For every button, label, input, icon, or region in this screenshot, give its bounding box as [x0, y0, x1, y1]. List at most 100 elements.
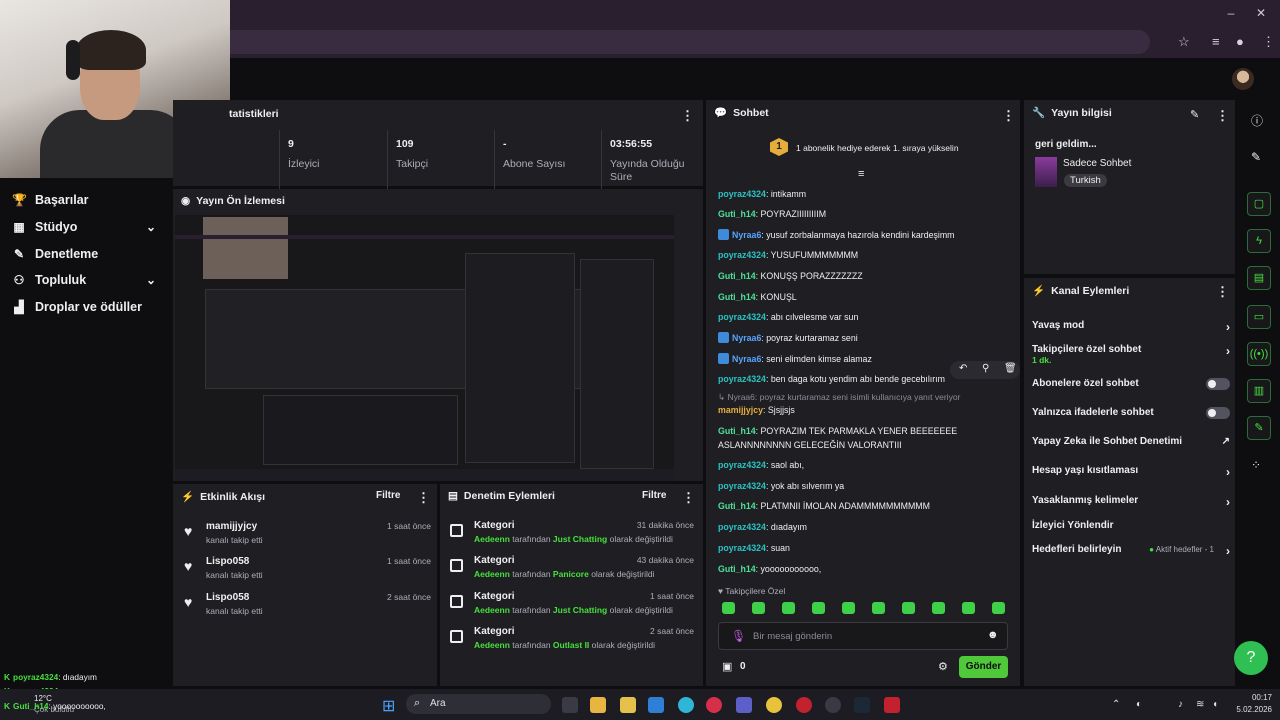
wifi-icon[interactable]: ≋ [1196, 699, 1204, 710]
channel-action-6[interactable]: Yasaklanmış kelimeler › [1032, 495, 1230, 509]
channel-action-1[interactable]: Takipçilere özel sohbet 1 dk. › [1032, 344, 1230, 365]
wrench-icon[interactable]: ✎ [1247, 416, 1271, 440]
stream-preview-video[interactable] [175, 215, 674, 481]
list-item[interactable]: ♥ mamijjyjcy kanalı takip etti 1 saat ön… [181, 521, 431, 555]
chat-settings-icon[interactable]: ⚙ [938, 660, 948, 673]
channel-action-5[interactable]: Hesap yaşı kısıtlaması › [1032, 465, 1230, 479]
chrome-icon[interactable] [766, 697, 782, 713]
mod-filter-button[interactable]: Filtre [642, 490, 666, 501]
emote-icon[interactable] [902, 602, 915, 614]
nav-item-community[interactable]: ⚇ Topluluk ⌄ [12, 270, 156, 290]
youtube-music-icon[interactable] [706, 697, 722, 713]
points-icon[interactable]: ▣ [722, 660, 732, 673]
activity-filter-button[interactable]: Filtre [376, 490, 400, 501]
emote-icon[interactable] [962, 602, 975, 614]
clock-time[interactable]: 00:17 [1238, 693, 1272, 702]
avatar[interactable] [1232, 68, 1254, 90]
file-explorer-icon[interactable] [590, 697, 606, 713]
emote-icon[interactable] [782, 602, 795, 614]
chat-message[interactable]: poyraz4324: YUSUFUMMMMMMM [718, 248, 1008, 262]
tag-chip[interactable]: Turkish [1064, 174, 1107, 187]
chat-bubble-icon[interactable]: ▭ [1247, 305, 1271, 329]
emote-icon[interactable] [812, 602, 825, 614]
list-item[interactable]: Kategori Aedeenn tarafından Outlast II o… [448, 626, 694, 662]
emote-icon[interactable] [752, 602, 765, 614]
chat-message[interactable]: Nyraa6: poyraz kurtaramaz seni [718, 331, 1008, 345]
layout-icon[interactable]: ▥ [1247, 379, 1271, 403]
channel-action-2[interactable]: Abonelere özel sohbet [1032, 378, 1230, 390]
chat-message[interactable]: Guti_h14: yooooooooooo, [718, 562, 963, 576]
emoji-icon[interactable]: ☻ [987, 629, 999, 641]
chat-message[interactable]: Guti_h14: PLATMNII İMOLAN ADAMMMMMMMMMM [718, 499, 963, 513]
broadcast-icon[interactable]: ((•)) [1247, 342, 1271, 366]
tray-apps-icon[interactable]: ◐ [1136, 699, 1142, 710]
chat-message[interactable]: poyraz4324: abı cılvelesme var sun [718, 310, 1008, 324]
chat-message[interactable]: poyraz4324: ben daga kotu yendim abı ben… [718, 372, 1008, 386]
emote-icon[interactable] [872, 602, 885, 614]
emote-icon[interactable] [932, 602, 945, 614]
collapse-icon[interactable]: ≡ [858, 168, 864, 180]
channel-action-8[interactable]: Hedefleri belirleyin ● Aktif hedefler - 1… [1032, 544, 1230, 558]
pocket-icon[interactable] [884, 697, 900, 713]
chat-message[interactable]: Guti_h14: KONUŞŞ PORAZZZZZZZ [718, 269, 1008, 283]
address-bar[interactable] [230, 30, 1150, 54]
close-icon[interactable]: ✕ [1252, 6, 1270, 22]
chat-message[interactable]: Guti_h14: KONUŞL [718, 290, 1008, 304]
list-item[interactable]: ♥ Lispo058 kanalı takip etti 1 saat önce [181, 556, 431, 590]
task-view-icon[interactable] [562, 697, 578, 713]
profile-icon[interactable]: ● [1236, 34, 1244, 49]
nav-item-studio[interactable]: ▦ Stüdyo ⌄ [12, 217, 156, 237]
chat-input[interactable]: 🎙 Bir mesaj gönderin ☻ [718, 622, 1008, 650]
info-icon[interactable]: ⓘ [1251, 112, 1263, 129]
channel-action-4[interactable]: Yapay Zeka ile Sohbet Denetimi ↗ [1032, 436, 1230, 447]
star-icon[interactable]: ☆ [1178, 34, 1190, 50]
windows-start-icon[interactable]: ⊞ [382, 696, 395, 716]
nav-item-moderation[interactable]: ✎ Denetleme [12, 244, 98, 264]
chat-message[interactable]: poyraz4324: saol abı, [718, 458, 963, 472]
steam-icon[interactable] [854, 697, 870, 713]
menu-icon[interactable]: ⋮ [1262, 34, 1275, 50]
kebab-menu-icon[interactable]: ⋮ [1002, 108, 1015, 124]
list-item[interactable]: Kategori Aedeenn tarafından Just Chattin… [448, 591, 694, 627]
chat-message[interactable]: poyraz4324: yok abı sılverım ya [718, 479, 963, 493]
store-icon[interactable] [620, 697, 636, 713]
chat-message[interactable]: Guti_h14: POYRAZIIIIIIIIIM [718, 207, 1008, 221]
toggle-switch[interactable] [1206, 407, 1230, 419]
mic-icon[interactable]: 🎙 [731, 629, 746, 643]
channel-action-3[interactable]: Yalnızca ifadelerle sohbet [1032, 407, 1230, 419]
maximize-icon[interactable] [1226, 6, 1244, 22]
teams-icon[interactable] [736, 697, 752, 713]
notes-icon[interactable]: ▤ [1247, 266, 1271, 290]
chat-message[interactable]: Nyraa6: yusuf zorbalanmaya hazırola kend… [718, 228, 1008, 242]
chat-message[interactable]: poyraz4324: suan [718, 541, 963, 555]
category-name[interactable]: Sadece Sohbet [1063, 158, 1131, 169]
tray-chevron-icon[interactable]: ⌃ [1112, 699, 1120, 710]
chat-message[interactable]: Nyraa6: seni elimden kimse alamaz [718, 352, 1008, 366]
toggle-switch[interactable] [1206, 378, 1230, 390]
nav-item-drops[interactable]: ▟ Droplar ve ödüller [12, 297, 142, 317]
kebab-menu-icon[interactable]: ⋮ [1216, 108, 1229, 124]
send-button[interactable]: Gönder [959, 656, 1008, 678]
channel-action-0[interactable]: Yavaş mod › [1032, 320, 1230, 334]
mic-icon[interactable]: ♪ [1178, 699, 1183, 710]
edge-icon[interactable] [678, 697, 694, 713]
nav-item-achievements[interactable]: 🏆 Başarılar [12, 190, 89, 210]
chat-message[interactable]: Guti_h14: POYRAZIM TEK PARMAKLA YENER BE… [718, 424, 963, 452]
list-item[interactable]: Kategori Aedeenn tarafından Panicore ola… [448, 555, 694, 591]
kebab-menu-icon[interactable]: ⋮ [417, 490, 430, 506]
kebab-menu-icon[interactable]: ⋮ [1216, 284, 1229, 300]
outlook-icon[interactable] [648, 697, 664, 713]
emote-icon[interactable] [722, 602, 735, 614]
volume-icon[interactable]: ◖ [1212, 699, 1218, 710]
channel-action-7[interactable]: İzleyici Yönlendir [1032, 520, 1230, 531]
opera-icon[interactable] [796, 697, 812, 713]
chat-message[interactable]: poyraz4324: dıadayım [718, 520, 963, 534]
kebab-menu-icon[interactable]: ⋮ [681, 108, 694, 124]
chat-message[interactable]: mamijjyjcy: Sjsjjsjs [718, 403, 963, 417]
more-icon[interactable]: ⁘ [1251, 458, 1261, 472]
bolt-icon[interactable]: ϟ [1247, 229, 1271, 253]
emote-icon[interactable] [992, 602, 1005, 614]
obs-icon[interactable] [825, 697, 841, 713]
taskbar-search[interactable]: ⌕ Ara [406, 694, 551, 714]
clip-icon[interactable]: ▢ [1247, 192, 1271, 216]
